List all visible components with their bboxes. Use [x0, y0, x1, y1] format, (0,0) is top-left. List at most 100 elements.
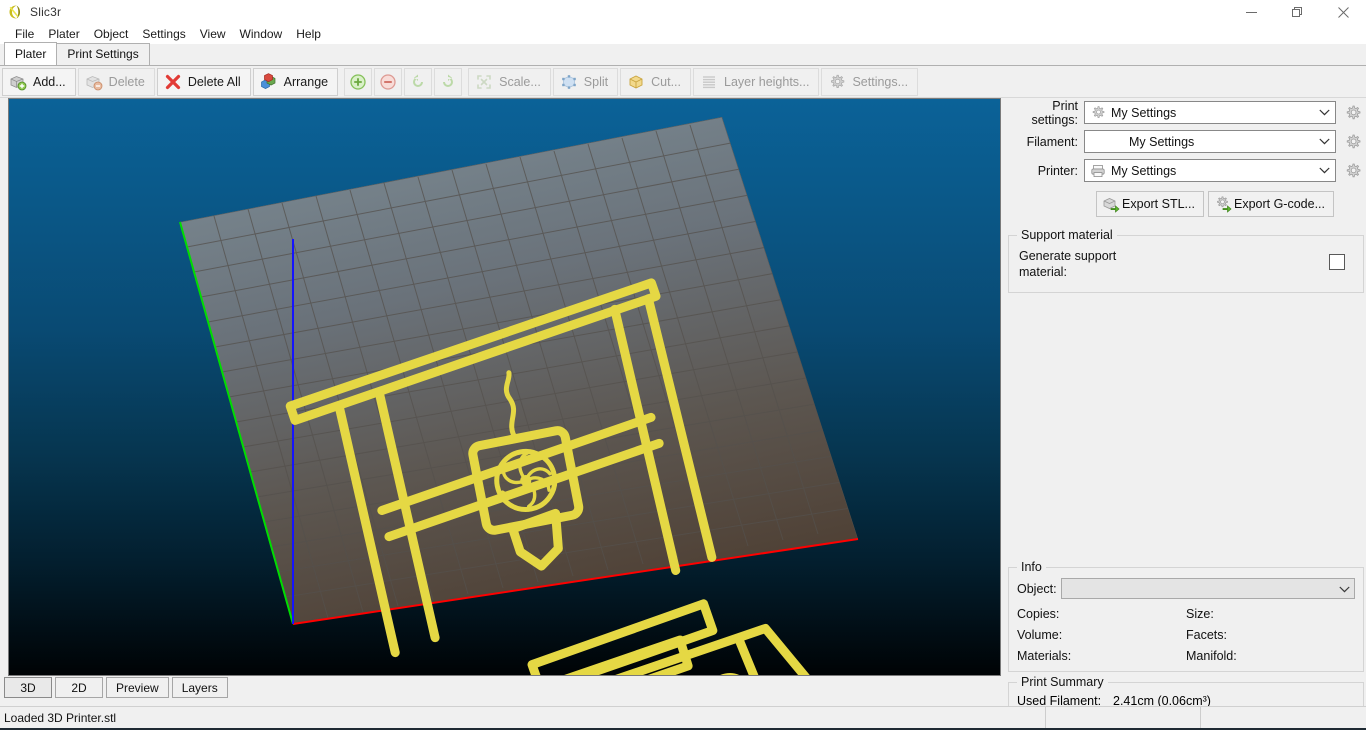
generate-support-checkbox[interactable]: [1329, 254, 1345, 270]
print-settings-gear-button[interactable]: [1342, 102, 1364, 124]
delete-button-label: Delete: [108, 74, 145, 89]
split-button[interactable]: Split: [552, 67, 619, 96]
arrange-icon: [260, 72, 275, 89]
tab-print-settings[interactable]: Print Settings: [56, 43, 150, 65]
split-button-label: Split: [583, 74, 609, 89]
scale-button[interactable]: Scale...: [468, 67, 551, 96]
tab-plater[interactable]: Plater: [4, 42, 58, 65]
cut-icon: [629, 74, 643, 89]
menu-object[interactable]: Object: [87, 25, 136, 43]
menu-view[interactable]: View: [193, 25, 233, 43]
rotate-ccw-icon: [413, 74, 424, 87]
delete-object-icon: [86, 75, 103, 90]
print-settings-label: Print settings:: [1031, 98, 1078, 127]
info-columns: Copies: Volume: Materials: Size: Facets:…: [1017, 604, 1355, 667]
object-combo[interactable]: [1061, 578, 1355, 599]
menu-window[interactable]: Window: [233, 25, 290, 43]
export-buttons-row: Export STL... Export G-code...: [1008, 191, 1364, 217]
viewport-scene: [9, 99, 1000, 675]
chevron-down-icon[interactable]: [1339, 582, 1350, 596]
view-tab-3d[interactable]: 3D: [4, 677, 52, 698]
chevron-down-icon[interactable]: [1313, 160, 1335, 181]
view-tab-layers[interactable]: Layers: [171, 677, 228, 698]
slic3r-logo-icon: [6, 4, 22, 20]
toolbar: Add... Delete Delete All Arrange Scale..…: [0, 66, 1366, 98]
right-panel: Print settings: My Settings Filament: My…: [1008, 98, 1364, 730]
minimize-button[interactable]: [1228, 0, 1274, 24]
info-group: Info Object: Copies: Volume: Materials:: [1008, 560, 1364, 672]
viewport-canvas[interactable]: [9, 99, 1000, 675]
manifold-label: Manifold:: [1186, 649, 1237, 663]
title-bar: Slic3r: [0, 0, 1366, 24]
print-settings-value: My Settings: [1111, 105, 1177, 120]
menu-bar: File Plater Object Settings View Window …: [0, 24, 1366, 44]
filament-label: Filament:: [1026, 134, 1078, 149]
support-material-group: Support material Generate support materi…: [1008, 228, 1364, 293]
cut-button[interactable]: Cut...: [620, 67, 691, 96]
view-tab-preview[interactable]: Preview: [106, 677, 169, 698]
menu-file[interactable]: File: [8, 25, 41, 43]
cut-button-label: Cut...: [651, 74, 681, 89]
printer-combo[interactable]: My Settings: [1084, 159, 1336, 182]
gear-icon: [831, 74, 845, 88]
increase-copies-button[interactable]: [344, 67, 373, 96]
materials-label: Materials:: [1017, 649, 1072, 663]
menu-plater[interactable]: Plater: [41, 25, 86, 43]
decrease-copies-button[interactable]: [374, 67, 403, 96]
gear-icon: [1092, 105, 1105, 118]
info-column-left: Copies: Volume: Materials:: [1017, 604, 1186, 667]
volume-label: Volume:: [1017, 628, 1063, 642]
export-stl-button[interactable]: Export STL...: [1096, 191, 1204, 217]
generate-support-label: Generate support material:: [1019, 249, 1117, 279]
split-icon: [561, 74, 576, 89]
printer-gear-button[interactable]: [1342, 160, 1364, 182]
size-label: Size:: [1186, 607, 1214, 621]
3d-viewport[interactable]: [8, 98, 1001, 676]
delete-all-icon: [165, 74, 180, 89]
add-object-icon: [10, 75, 27, 90]
add-button-label: Add...: [33, 74, 66, 89]
view-tab-2d[interactable]: 2D: [55, 677, 103, 698]
info-column-right: Size: Facets: Manifold:: [1186, 604, 1355, 667]
object-settings-button-label: Settings...: [852, 74, 909, 89]
export-gcode-button[interactable]: Export G-code...: [1207, 191, 1334, 217]
menu-settings[interactable]: Settings: [135, 25, 192, 43]
filament-row: Filament: My Settings: [1008, 129, 1364, 154]
print-settings-combo[interactable]: My Settings: [1084, 101, 1336, 124]
filament-combo[interactable]: My Settings: [1084, 130, 1336, 153]
object-settings-button[interactable]: Settings...: [821, 67, 919, 96]
chevron-down-icon[interactable]: [1313, 102, 1335, 123]
view-mode-tabs: 3D 2D Preview Layers: [4, 677, 1001, 699]
info-title: Info: [1017, 560, 1046, 574]
window-title: Slic3r: [30, 5, 62, 19]
restore-button[interactable]: [1274, 0, 1320, 24]
arrange-button[interactable]: Arrange: [252, 67, 339, 96]
gear-icon: [1346, 134, 1361, 148]
scale-button-label: Scale...: [499, 74, 541, 89]
layer-heights-button[interactable]: Layer heights...: [693, 67, 820, 96]
add-button[interactable]: Add...: [2, 67, 76, 96]
arrange-button-label: Arrange: [283, 74, 329, 89]
object-label: Object:: [1017, 581, 1057, 596]
delete-all-button-label: Delete All: [187, 74, 241, 89]
menu-help[interactable]: Help: [289, 25, 328, 43]
layer-heights-icon: [703, 75, 715, 88]
object-row: Object:: [1017, 578, 1355, 599]
close-button[interactable]: [1320, 0, 1366, 24]
slic3r-window: Slic3r File Plater Object Settings View: [0, 0, 1366, 730]
delete-button[interactable]: Delete: [77, 67, 155, 96]
rotate-cw-icon: [443, 74, 454, 87]
status-pane-1: [1045, 706, 1200, 729]
delete-all-button[interactable]: Delete All: [156, 67, 251, 96]
filament-gear-button[interactable]: [1342, 131, 1364, 153]
rotate-cw-button[interactable]: [434, 67, 463, 96]
rotate-ccw-button[interactable]: [404, 67, 433, 96]
status-pane-2: [1200, 706, 1366, 729]
gear-icon: [1346, 105, 1361, 119]
printer-label: Printer:: [1037, 163, 1078, 178]
tab-strip: Plater Print Settings: [0, 42, 1366, 66]
gear-icon: [1346, 163, 1361, 177]
chevron-down-icon[interactable]: [1313, 131, 1335, 152]
minus-circle-icon: [380, 73, 396, 90]
printer-row: Printer: My Settings: [1008, 158, 1364, 183]
